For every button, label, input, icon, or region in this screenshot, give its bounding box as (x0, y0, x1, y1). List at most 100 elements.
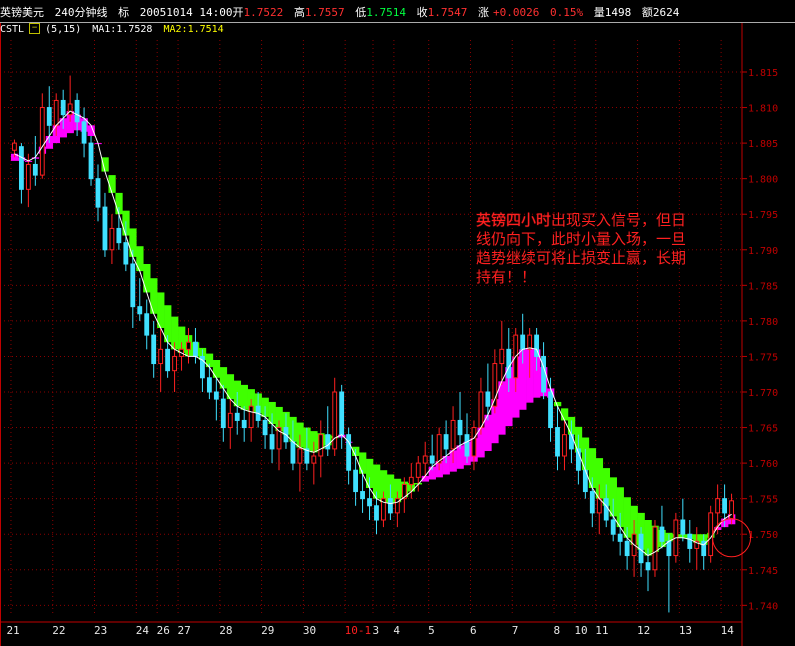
time-tick-label: 12 (637, 624, 650, 637)
candle-body (151, 334, 157, 365)
time-tick-label: 26 (157, 624, 170, 637)
candle-body (311, 455, 317, 464)
candle-body (360, 491, 365, 500)
time-tick-label: 21 (6, 624, 19, 637)
candle-body (130, 263, 136, 308)
candle-body (422, 455, 428, 464)
datetime-label: 20051014 14:00 (139, 6, 233, 19)
price-tick-label: 1.785 (748, 281, 778, 292)
price-tick-label: 1.770 (748, 388, 778, 399)
candle-body (290, 441, 296, 464)
candle-body (123, 242, 129, 265)
change-percent: 0.15% (549, 6, 584, 19)
candle-body (408, 476, 414, 485)
candle-body (436, 434, 442, 464)
candle-body (241, 419, 247, 429)
candle-body (555, 427, 560, 457)
candle-body (617, 533, 623, 542)
candle-body (116, 227, 122, 244)
low-label: 低 (355, 6, 367, 19)
collapse-toggle-icon[interactable]: − (29, 23, 41, 34)
candle-body (18, 146, 24, 190)
ma2-readout: MA2:1.7514 (163, 23, 224, 35)
price-tick-label: 1.755 (748, 495, 778, 506)
close-label: 收 (416, 6, 428, 19)
candle-body (339, 391, 345, 436)
time-tick-label: 8 (554, 624, 561, 637)
candle-body (387, 498, 393, 514)
candle-body (520, 334, 526, 350)
change-value: +0.0026 (492, 6, 540, 19)
price-tick-label: 1.740 (748, 601, 778, 612)
ma-band-fill (10, 111, 736, 556)
candle-body (429, 455, 435, 464)
band-segment (150, 278, 158, 314)
candle-body (144, 313, 150, 336)
candle-body (81, 121, 87, 144)
candle-body (332, 391, 338, 450)
high-value: 1.7557 (304, 6, 345, 19)
candle-body (680, 519, 686, 535)
band-segment (143, 264, 151, 293)
open-value: 1.7522 (243, 6, 284, 19)
time-tick-label: 30 (303, 624, 316, 637)
candle-body (88, 142, 94, 180)
candle-body (60, 99, 66, 116)
price-tick-label: 1.805 (748, 139, 778, 150)
candle-body (603, 498, 609, 521)
candle-body (227, 412, 233, 429)
candle-body (645, 562, 651, 571)
mark-label: 标 (118, 6, 130, 19)
quote-header: 英镑美元 240分钟线 标 20051014 14:00开1.7522 高1.7… (0, 0, 795, 23)
time-tick-label: 14 (721, 624, 735, 637)
price-tick-label: 1.760 (748, 459, 778, 470)
highlight-circle (712, 518, 752, 558)
candle-body (527, 334, 533, 350)
candle-body (687, 533, 693, 549)
price-tick-label: 1.765 (748, 424, 778, 435)
candle-body (374, 505, 379, 521)
candle-body (193, 341, 198, 357)
chart-frame (0, 22, 743, 646)
candle-body (624, 540, 630, 557)
time-tick-label: 22 (52, 624, 65, 637)
candle-body (206, 377, 212, 393)
volume-label: 量 (593, 6, 605, 19)
candle-body (269, 434, 275, 450)
price-tick-label: 1.800 (748, 175, 778, 186)
candle-body (367, 498, 372, 507)
time-tick-label: 29 (261, 624, 274, 637)
indicator-bar: CSTL − (5,15) MA1:1.7528 MA2:1.7514 (0, 23, 229, 39)
candle-body (471, 427, 477, 457)
band-segment (136, 246, 144, 272)
candle-body (596, 498, 602, 514)
price-chart[interactable]: 1.815 1.810 1.805 1.800 1.795 1.790 1.785 1.780… (0, 0, 795, 646)
candle-body (464, 434, 470, 457)
change-label: 涨 (477, 6, 489, 19)
candle-body (450, 419, 456, 450)
time-tick-label: 4 (393, 624, 400, 637)
price-tick-label: 1.790 (748, 246, 778, 257)
candle-body (95, 178, 101, 208)
candle-body (457, 419, 463, 436)
open-label: 开 (232, 6, 244, 19)
symbol-name: 英镑美元 (0, 6, 44, 19)
candle-body (109, 227, 115, 251)
time-tick-label: 5 (428, 624, 435, 637)
candle-body (318, 434, 324, 457)
time-axis: 21 22 23 24 26 27 28 29 30 10-1 3 4 5 6 7 8 10 11 12 13 14 (0, 621, 742, 637)
band-segment (101, 157, 109, 172)
price-tick-label: 1.815 (748, 68, 778, 79)
period-label: 240分钟线 (54, 6, 108, 19)
candle-body (353, 469, 359, 493)
signal-circle (712, 518, 752, 558)
time-tick-label: 7 (512, 624, 519, 637)
low-value: 1.7514 (366, 6, 406, 19)
candle-body (652, 526, 658, 571)
price-tick-label: 1.750 (748, 530, 778, 541)
candle-body (659, 526, 665, 542)
time-tick-label: 24 (136, 624, 150, 637)
ma1-readout: MA1:1.7528 (92, 23, 153, 35)
candle-body (137, 306, 143, 315)
candle-body (506, 348, 512, 379)
